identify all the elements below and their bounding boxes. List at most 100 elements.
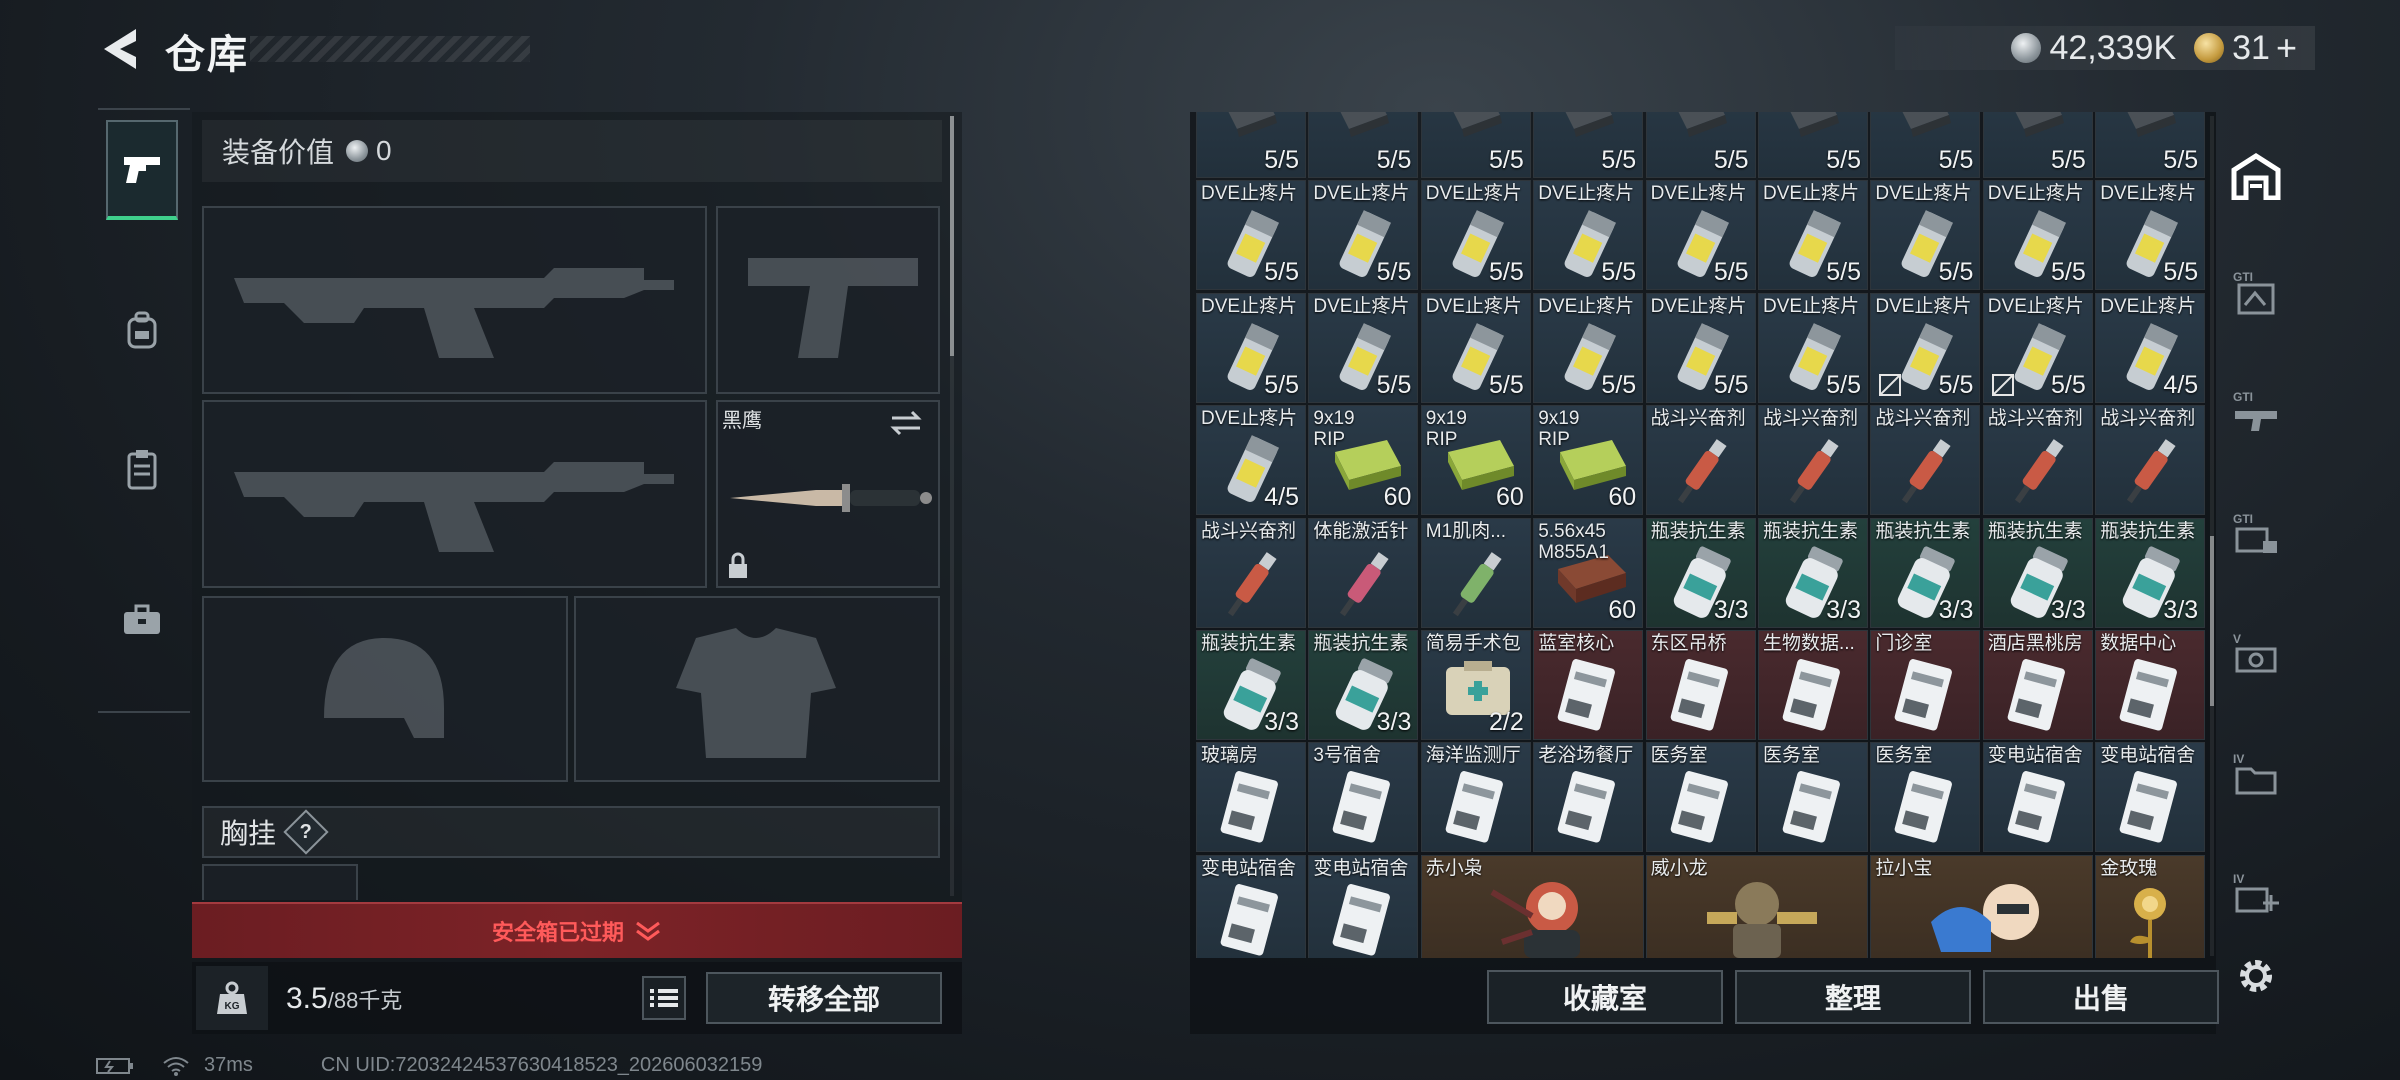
list-view-button[interactable]: [642, 976, 686, 1020]
storage-item[interactable]: DVE止疼片 4/5: [2095, 292, 2206, 403]
storage-item[interactable]: 体能激活针: [1308, 517, 1419, 628]
storage-expand-6[interactable]: IV: [2226, 864, 2286, 924]
storage-item[interactable]: 医务室: [1758, 742, 1868, 853]
chest-rig-slot[interactable]: [202, 864, 358, 900]
storage-item[interactable]: 5/5: [1420, 112, 1531, 178]
add-currency-button[interactable]: +: [2276, 27, 2297, 69]
storage-item[interactable]: 战斗兴奋剂: [1758, 405, 1868, 516]
storage-item[interactable]: 5/5: [1758, 112, 1868, 178]
storage-item[interactable]: DVE止疼片 5/5: [1870, 292, 1981, 403]
helmet-slot[interactable]: [202, 596, 568, 782]
storage-item[interactable]: DVE止疼片 4/5: [1196, 405, 1306, 516]
storage-item[interactable]: 医务室: [1870, 742, 1981, 853]
storage-item[interactable]: 简易手术包 2/2: [1420, 630, 1531, 740]
storage-item[interactable]: 赤小枭: [1420, 854, 1644, 958]
equipment-scroll-thumb[interactable]: [950, 116, 954, 356]
storage-item[interactable]: DVE止疼片 5/5: [1533, 180, 1644, 291]
storage-item[interactable]: 瓶装抗生素 3/3: [1758, 517, 1868, 628]
sell-button[interactable]: 出售: [1983, 970, 2219, 1024]
storage-item[interactable]: 变电站宿舍: [1308, 854, 1419, 958]
storage-item[interactable]: DVE止疼片 5/5: [1196, 180, 1306, 291]
storage-item[interactable]: DVE止疼片 5/5: [1645, 292, 1756, 403]
storage-item[interactable]: 5/5: [1645, 112, 1756, 178]
storage-item[interactable]: 变电站宿舍: [1982, 742, 2093, 853]
storage-item[interactable]: 数据中心: [2095, 630, 2206, 740]
help-icon[interactable]: ?: [283, 809, 329, 855]
storage-item[interactable]: DVE止疼片 5/5: [1758, 180, 1868, 291]
storage-expand-1[interactable]: GTI: [2226, 262, 2286, 322]
storage-item[interactable]: DVE止疼片 5/5: [1645, 180, 1756, 291]
storage-item[interactable]: 金玫瑰: [2095, 854, 2206, 958]
swap-icon[interactable]: [888, 408, 924, 438]
weapon-tab[interactable]: [106, 120, 178, 220]
storage-item[interactable]: 老浴场餐厅: [1533, 742, 1644, 853]
storage-item[interactable]: 酒店黑桃房: [1982, 630, 2093, 740]
primary-weapon-slot[interactable]: [202, 206, 707, 394]
storage-item[interactable]: 变电站宿舍: [2095, 742, 2206, 853]
storage-item[interactable]: 战斗兴奋剂: [1870, 405, 1981, 516]
storage-item[interactable]: 5/5: [2095, 112, 2206, 178]
storage-item[interactable]: DVE止疼片 5/5: [1308, 180, 1419, 291]
storage-item[interactable]: 东区吊桥: [1645, 630, 1756, 740]
storage-item[interactable]: 瓶装抗生素 3/3: [2095, 517, 2206, 628]
settings-button[interactable]: [2226, 946, 2286, 1006]
storage-item[interactable]: 蓝室核心: [1533, 630, 1644, 740]
storage-item[interactable]: 瓶装抗生素 3/3: [1196, 630, 1306, 740]
storage-item[interactable]: 5/5: [1308, 112, 1419, 178]
storage-item[interactable]: 医务室: [1645, 742, 1756, 853]
storage-expand-2[interactable]: GTI: [2226, 382, 2286, 442]
storage-item[interactable]: 瓶装抗生素 3/3: [1645, 517, 1756, 628]
storage-item[interactable]: 5/5: [1982, 112, 2093, 178]
storage-item[interactable]: 5/5: [1196, 112, 1306, 178]
storage-item[interactable]: 生物数据...: [1758, 630, 1868, 740]
secondary-weapon-slot[interactable]: [202, 400, 707, 588]
storage-item[interactable]: DVE止疼片 5/5: [1533, 292, 1644, 403]
storage-item[interactable]: 战斗兴奋剂: [2095, 405, 2206, 516]
storage-expand-4[interactable]: V: [2226, 624, 2286, 684]
warehouse-tab[interactable]: [2226, 146, 2286, 206]
armor-slot[interactable]: [574, 596, 940, 782]
storage-item[interactable]: DVE止疼片 5/5: [1758, 292, 1868, 403]
case-tab[interactable]: [106, 570, 178, 670]
storage-item[interactable]: DVE止疼片 5/5: [1870, 180, 1981, 291]
storage-item[interactable]: 5/5: [1533, 112, 1644, 178]
back-button[interactable]: [96, 24, 144, 74]
collection-room-button[interactable]: 收藏室: [1487, 970, 1723, 1024]
storage-item[interactable]: 瓶装抗生素 3/3: [1870, 517, 1981, 628]
storage-item[interactable]: M1肌肉...: [1420, 517, 1531, 628]
storage-item[interactable]: 战斗兴奋剂: [1196, 517, 1306, 628]
storage-item[interactable]: 9x19 RIP 60: [1308, 405, 1419, 516]
storage-item[interactable]: DVE止疼片 5/5: [1308, 292, 1419, 403]
storage-item[interactable]: 威小龙: [1645, 854, 1869, 958]
storage-item[interactable]: 5.56x45 M855A1 60: [1533, 517, 1644, 628]
storage-item[interactable]: 门诊室: [1870, 630, 1981, 740]
gold-currency[interactable]: 31 +: [2194, 27, 2297, 69]
storage-item[interactable]: 瓶装抗生素 3/3: [1308, 630, 1419, 740]
storage-item[interactable]: 变电站宿舍: [1196, 854, 1306, 958]
storage-item[interactable]: 瓶装抗生素 3/3: [1982, 517, 2093, 628]
storage-item[interactable]: DVE止疼片 5/5: [1420, 180, 1531, 291]
vest-tab[interactable]: [106, 420, 178, 520]
warehouse-scroll-thumb[interactable]: [2210, 536, 2214, 706]
storage-item[interactable]: 拉小宝: [1870, 854, 2094, 958]
backpack-tab[interactable]: [106, 280, 178, 380]
storage-item[interactable]: 9x19 RIP 60: [1420, 405, 1531, 516]
storage-item[interactable]: DVE止疼片 5/5: [1420, 292, 1531, 403]
storage-item[interactable]: 战斗兴奋剂: [1645, 405, 1756, 516]
storage-expand-3[interactable]: GTI: [2226, 504, 2286, 564]
storage-expand-5[interactable]: IV: [2226, 744, 2286, 804]
storage-item[interactable]: DVE止疼片 5/5: [2095, 180, 2206, 291]
storage-item[interactable]: 9x19 RIP 60: [1533, 405, 1644, 516]
pistol-slot[interactable]: [716, 206, 940, 394]
storage-item[interactable]: 5/5: [1870, 112, 1981, 178]
storage-item[interactable]: 海洋监测厅: [1420, 742, 1531, 853]
safebox-expired-banner[interactable]: 安全箱已过期: [192, 902, 962, 958]
storage-item[interactable]: DVE止疼片 5/5: [1196, 292, 1306, 403]
storage-item[interactable]: 3号宿舍: [1308, 742, 1419, 853]
storage-item[interactable]: 玻璃房: [1196, 742, 1306, 853]
storage-item[interactable]: DVE止疼片 5/5: [1982, 292, 2093, 403]
sort-button[interactable]: 整理: [1735, 970, 1971, 1024]
transfer-all-button[interactable]: 转移全部: [706, 972, 942, 1024]
storage-item[interactable]: 战斗兴奋剂: [1982, 405, 2093, 516]
storage-item[interactable]: DVE止疼片 5/5: [1982, 180, 2093, 291]
